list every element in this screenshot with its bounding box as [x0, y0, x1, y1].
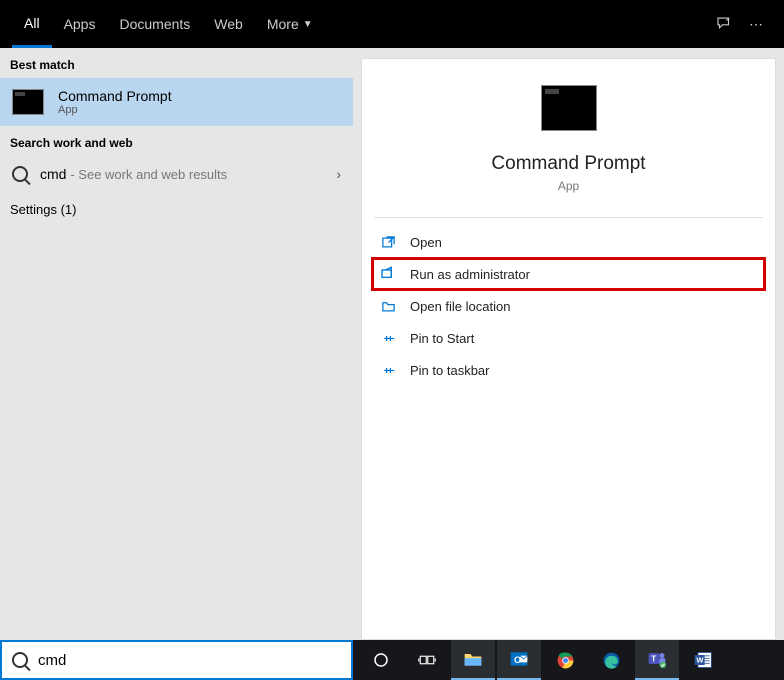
search-filter-tabs: All Apps Documents Web More▼ ⋯: [0, 0, 784, 48]
action-pin-to-start[interactable]: Pin to Start: [362, 322, 775, 354]
admin-icon: [380, 266, 396, 282]
best-match-result[interactable]: Command Prompt App: [0, 78, 353, 126]
result-title: Command Prompt: [58, 88, 172, 104]
tab-web[interactable]: Web: [202, 0, 255, 48]
search-web-row[interactable]: cmd - See work and web results ›: [0, 156, 353, 192]
action-label: Pin to Start: [410, 331, 474, 346]
taskbar: O T W: [353, 640, 784, 680]
feedback-icon[interactable]: [708, 15, 740, 33]
outlook-icon[interactable]: O: [497, 640, 541, 680]
open-icon: [380, 234, 396, 250]
more-options-icon[interactable]: ⋯: [740, 16, 772, 33]
chevron-right-icon: ›: [336, 166, 341, 182]
command-prompt-icon: [12, 89, 44, 115]
command-prompt-large-icon: [541, 85, 597, 131]
tab-documents[interactable]: Documents: [107, 0, 202, 48]
task-view-icon[interactable]: [405, 640, 449, 680]
best-match-label: Best match: [0, 48, 353, 78]
result-subtitle: App: [58, 104, 172, 116]
action-open-file-location[interactable]: Open file location: [362, 290, 775, 322]
settings-section-label[interactable]: Settings (1): [0, 192, 353, 227]
search-icon: [12, 166, 28, 182]
teams-icon[interactable]: T: [635, 640, 679, 680]
web-hint: - See work and web results: [70, 167, 227, 182]
tab-apps[interactable]: Apps: [52, 0, 108, 48]
pin-icon: [380, 362, 396, 378]
action-open[interactable]: Open: [362, 226, 775, 258]
word-icon[interactable]: W: [681, 640, 725, 680]
preview-title: Command Prompt: [362, 153, 775, 175]
action-pin-to-taskbar[interactable]: Pin to taskbar: [362, 354, 775, 386]
chrome-icon[interactable]: [543, 640, 587, 680]
results-list: Best match Command Prompt App Search wor…: [0, 48, 353, 640]
preview-pane: Command Prompt App Open Run as administr…: [361, 58, 776, 640]
tab-all[interactable]: All: [12, 0, 52, 48]
svg-text:W: W: [696, 656, 704, 665]
search-input[interactable]: [38, 652, 341, 669]
search-box[interactable]: [0, 640, 353, 680]
edge-icon[interactable]: [589, 640, 633, 680]
tab-more[interactable]: More▼: [255, 0, 325, 48]
divider: [374, 217, 763, 218]
svg-text:T: T: [651, 654, 656, 664]
action-label: Pin to taskbar: [410, 363, 490, 378]
search-work-web-label: Search work and web: [0, 126, 353, 156]
search-icon: [12, 652, 28, 668]
action-label: Run as administrator: [410, 267, 530, 282]
chevron-down-icon: ▼: [303, 19, 313, 30]
cortana-icon[interactable]: [359, 640, 403, 680]
pin-icon: [380, 330, 396, 346]
web-query: cmd: [40, 166, 66, 182]
folder-icon: [380, 298, 396, 314]
action-label: Open: [410, 235, 442, 250]
action-label: Open file location: [410, 299, 510, 314]
preview-subtitle: App: [362, 179, 775, 193]
action-run-as-admin[interactable]: Run as administrator: [372, 258, 765, 290]
file-explorer-icon[interactable]: [451, 640, 495, 680]
